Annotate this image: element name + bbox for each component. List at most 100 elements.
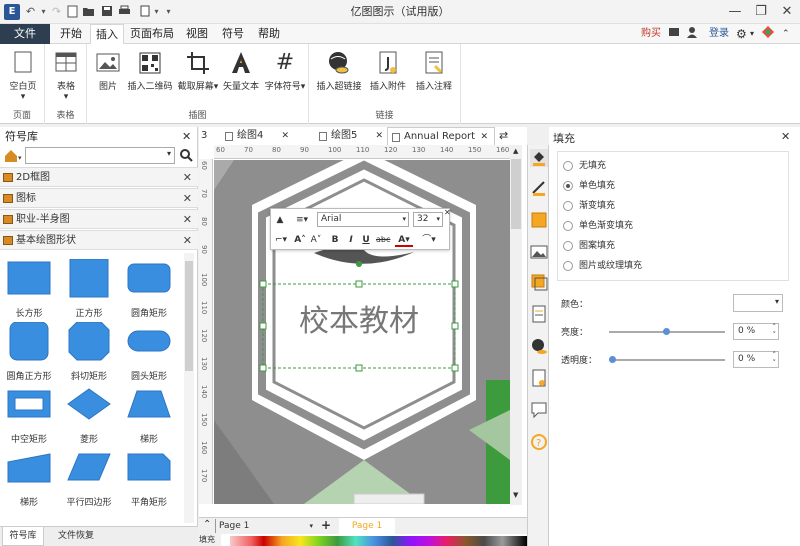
- comment-icon[interactable]: [530, 401, 548, 419]
- italic-icon[interactable]: I: [345, 233, 357, 247]
- help-icon[interactable]: ?: [530, 433, 548, 451]
- drawing-canvas[interactable]: 校本教材 ▲ ≡▾ Arial ▾ 32 ▾ ✕ ⌐▾ A˄ A˅ B I U ab…: [214, 160, 510, 504]
- transparency-input[interactable]: 0 % ˄ ˅: [733, 351, 779, 368]
- search-dropdown-icon[interactable]: ▾: [167, 149, 171, 158]
- scroll-up-icon[interactable]: ▲: [513, 147, 518, 155]
- shape-rounded-rectangle[interactable]: 圆角矩形: [120, 257, 178, 319]
- close-tab-icon[interactable]: ✕: [480, 128, 488, 146]
- symbol-search-input[interactable]: ▾: [25, 147, 175, 164]
- decrease-font-icon[interactable]: A˅: [309, 233, 323, 247]
- vector-text-button[interactable]: 矢量文本: [219, 50, 263, 92]
- login-link[interactable]: 登录: [709, 26, 729, 42]
- shape-trapezoid[interactable]: 梯形: [120, 383, 178, 445]
- attachment-panel-icon[interactable]: [530, 369, 548, 387]
- shape-hollow-rectangle[interactable]: 中空矩形: [0, 383, 58, 445]
- shadow-icon[interactable]: [530, 211, 548, 229]
- scroll-down-icon[interactable]: ▼: [513, 491, 518, 499]
- text-path-icon[interactable]: ⌒▾: [419, 233, 439, 247]
- transparency-slider[interactable]: [609, 356, 725, 363]
- brightness-slider[interactable]: [609, 328, 725, 335]
- line-style-icon[interactable]: [530, 179, 548, 197]
- share-icon[interactable]: [668, 26, 680, 42]
- shape-round-head-rectangle[interactable]: 圆头矩形: [120, 320, 178, 382]
- scroll-thumb[interactable]: [185, 261, 193, 371]
- collapse-ribbon-icon[interactable]: ⌃: [782, 26, 790, 42]
- insert-attachment-button[interactable]: 插入附件: [365, 50, 411, 92]
- page-tab-active[interactable]: Page 1: [339, 518, 395, 534]
- settings-dropdown-icon[interactable]: ▾: [750, 26, 754, 42]
- canvas-vertical-scrollbar[interactable]: ▲ ▼: [510, 145, 522, 505]
- spinner-icon[interactable]: ˄ ˅: [773, 323, 777, 339]
- color-picker[interactable]: ▾: [733, 294, 783, 312]
- palette-swatches[interactable]: [221, 536, 527, 546]
- shape-trapezoid-2[interactable]: 梯形: [0, 446, 58, 508]
- close-category-icon[interactable]: ✕: [183, 231, 192, 250]
- layer-icon[interactable]: [530, 273, 548, 291]
- home-icon[interactable]: ▾: [3, 148, 23, 164]
- close-panel-icon[interactable]: ✕: [182, 130, 191, 143]
- maximize-icon[interactable]: ❐: [748, 2, 774, 22]
- category-basic-shapes[interactable]: 基本绘图形状 ✕: [0, 230, 198, 250]
- tab-file-recovery[interactable]: 文件恢复: [50, 527, 102, 546]
- connector-icon[interactable]: ⌐▾: [274, 233, 288, 247]
- bold-icon[interactable]: B: [329, 233, 341, 247]
- font-color-icon[interactable]: A▾: [395, 233, 413, 247]
- insert-hyperlink-button[interactable]: 插入超链接: [313, 50, 365, 92]
- fill-bucket-icon[interactable]: [530, 149, 548, 167]
- page-properties-icon[interactable]: [530, 305, 548, 323]
- close-category-icon[interactable]: ✕: [183, 189, 192, 208]
- font-symbol-button[interactable]: # 字体符号▾: [263, 50, 307, 92]
- brightness-input[interactable]: 0 % ˄ ˅: [733, 323, 779, 340]
- minimize-icon[interactable]: —: [722, 2, 748, 22]
- insert-note-button[interactable]: 插入注释: [411, 50, 457, 92]
- tab-symbol-library[interactable]: 符号库: [2, 527, 44, 546]
- pointer-icon[interactable]: ▲: [274, 213, 286, 227]
- close-fill-panel-icon[interactable]: ✕: [781, 130, 790, 143]
- tab-insert[interactable]: 插入: [90, 24, 124, 45]
- shape-list-scrollbar[interactable]: [184, 253, 194, 523]
- doc-tab-drawing5[interactable]: 绘图5 ✕: [315, 127, 387, 145]
- shape-parallelogram[interactable]: 平行四边形: [60, 446, 118, 508]
- category-icons[interactable]: 图标 ✕: [0, 188, 198, 208]
- tab-help[interactable]: 帮助: [254, 24, 284, 44]
- doc-tab-annual-report[interactable]: Annual Report ✕: [387, 127, 495, 145]
- image-icon[interactable]: [530, 243, 548, 261]
- category-career-bust[interactable]: 职业-半身图 ✕: [0, 209, 198, 229]
- slider-thumb[interactable]: [663, 328, 670, 335]
- shape-rectangle[interactable]: 长方形: [0, 257, 58, 319]
- page-select[interactable]: Page 1 ▾: [215, 519, 313, 533]
- add-page-icon[interactable]: +: [321, 518, 331, 532]
- fill-option-none[interactable]: 无填充: [563, 158, 763, 174]
- buy-link[interactable]: 购买: [641, 26, 661, 42]
- tab-home[interactable]: 开始: [54, 24, 88, 44]
- color-palette[interactable]: 填充: [199, 534, 527, 546]
- close-category-icon[interactable]: ✕: [183, 168, 192, 187]
- shape-flat-corner-rectangle[interactable]: 平角矩形: [120, 446, 178, 508]
- tab-page-layout[interactable]: 页面布局: [128, 24, 176, 44]
- close-tab-icon[interactable]: ✕: [375, 127, 383, 145]
- fill-option-gradient[interactable]: 渐变填充: [563, 198, 763, 214]
- table-button[interactable]: 表格 ▾: [49, 50, 83, 102]
- insert-qr-button[interactable]: 插入二维码: [125, 50, 175, 92]
- settings-gear-icon[interactable]: ⚙: [736, 26, 747, 42]
- cover-title-text[interactable]: 校本教材: [263, 296, 455, 340]
- tab-view[interactable]: 视图: [182, 24, 212, 44]
- screenshot-button[interactable]: 截取屏幕▾: [177, 50, 219, 92]
- underline-icon[interactable]: U: [360, 233, 372, 247]
- picture-button[interactable]: 图片: [91, 50, 125, 92]
- align-icon[interactable]: ≡▾: [291, 213, 313, 227]
- close-category-icon[interactable]: ✕: [183, 210, 192, 229]
- fill-option-mono-gradient[interactable]: 单色渐变填充: [563, 218, 763, 234]
- tab-scroll-arrows-icon[interactable]: ⇄: [499, 129, 508, 142]
- tab-symbol[interactable]: 符号: [218, 24, 248, 44]
- tab-file[interactable]: 文件: [0, 24, 50, 44]
- fill-option-pattern[interactable]: 图案填充: [563, 238, 763, 254]
- doc-tab-drawing4[interactable]: 绘图4 ✕: [221, 127, 293, 145]
- close-toolbar-icon[interactable]: ✕: [444, 208, 451, 217]
- font-name-select[interactable]: Arial ▾: [317, 212, 409, 227]
- slider-thumb[interactable]: [609, 356, 616, 363]
- shape-bevel-rectangle[interactable]: 斜切矩形: [60, 320, 118, 382]
- spinner-icon[interactable]: ˄ ˅: [773, 351, 777, 367]
- shape-diamond[interactable]: 菱形: [60, 383, 118, 445]
- close-tab-icon[interactable]: ✕: [281, 127, 289, 145]
